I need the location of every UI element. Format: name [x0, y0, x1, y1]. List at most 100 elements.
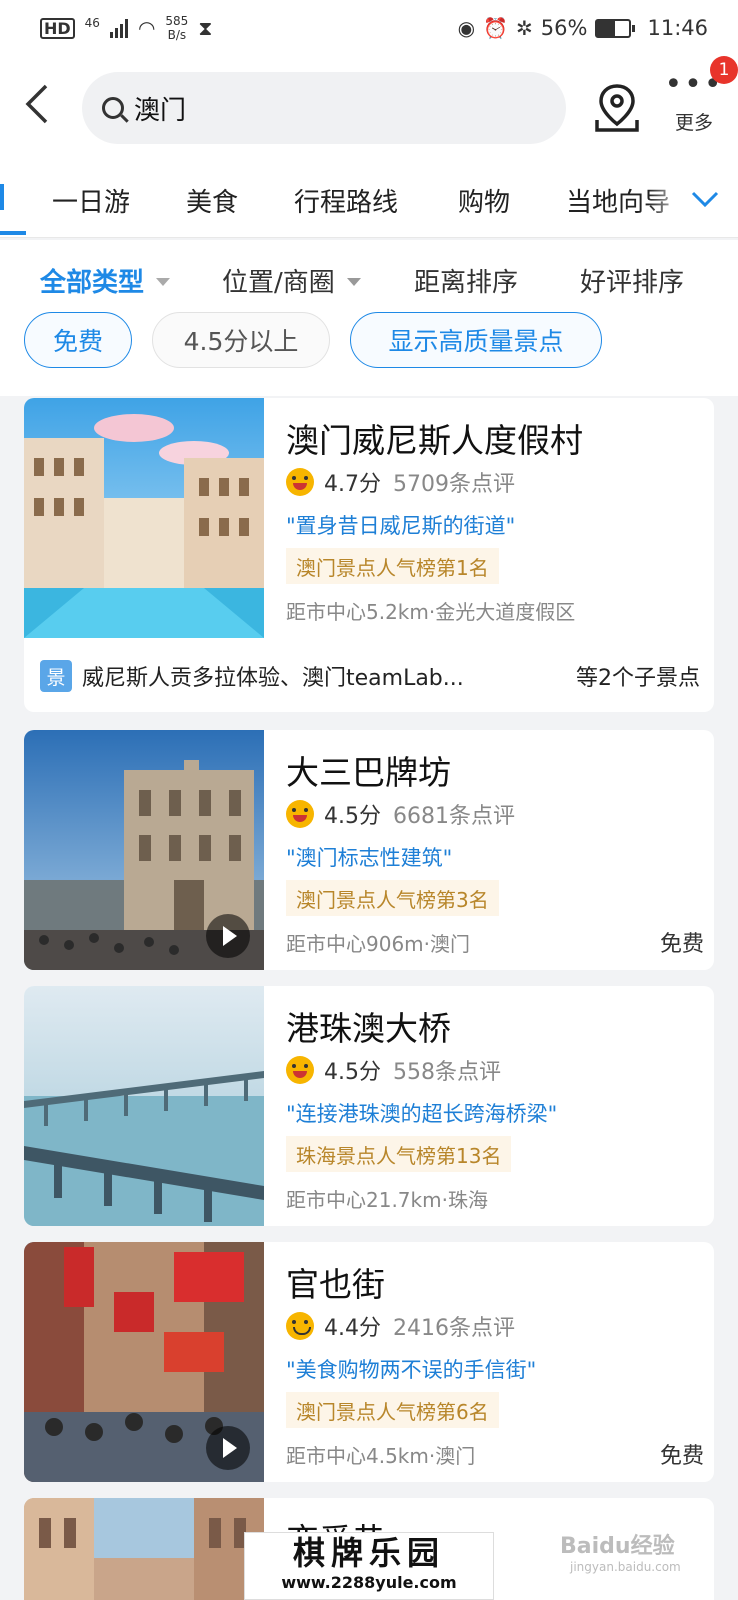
- eye-icon: ◉: [457, 16, 476, 40]
- attraction-quote: "连接港珠澳的超长跨海桥梁": [286, 1102, 558, 1126]
- location-button[interactable]: [592, 82, 642, 134]
- baidu-watermark-url: jingyan.baidu.com: [570, 1560, 681, 1574]
- filter-location-label: 位置/商圈: [222, 268, 335, 298]
- review-count: 6681条点评: [393, 804, 515, 829]
- rating-row: 4.4分 2416条点评: [286, 1310, 515, 1342]
- network-speed: 585 B/s: [165, 14, 188, 42]
- sub-attractions-count: 等2个子景点: [576, 666, 700, 691]
- location-pin-icon: [595, 84, 639, 132]
- attraction-photo: [24, 1242, 264, 1482]
- attraction-card[interactable]: 官也街 4.4分 2416条点评 "美食购物两不误的手信街" 澳门景点人气榜第6…: [24, 1242, 714, 1482]
- attraction-photo: [24, 986, 264, 1226]
- review-count: 558条点评: [393, 1060, 501, 1085]
- chevron-left-icon: [25, 84, 48, 124]
- rating-row: 4.5分 558条点评: [286, 1054, 501, 1086]
- free-admission-label: 免费: [659, 932, 704, 957]
- attraction-name: 港珠澳大桥: [286, 1009, 451, 1048]
- search-header: ••• 更多 1: [0, 56, 738, 160]
- network-type: 46: [84, 16, 100, 30]
- sort-distance-label: 距离排序: [414, 268, 519, 298]
- watermark-logo: 棋牌乐园 www.2288yule.com: [244, 1532, 494, 1600]
- sort-distance[interactable]: 距离排序: [414, 262, 518, 299]
- sort-rating[interactable]: 好评排序: [580, 262, 684, 299]
- watermark-title: 棋牌乐园: [292, 1534, 445, 1572]
- distance-location: 距市中心906m·澳门: [286, 932, 471, 956]
- tab-previous-edge[interactable]: [0, 184, 4, 210]
- speed-value: 585: [165, 14, 189, 28]
- rating-row: 4.7分 5709条点评: [286, 466, 515, 498]
- hourglass-icon: ⧗: [198, 16, 213, 40]
- tab-active-indicator: [0, 231, 26, 235]
- rating-score: 4.5分: [324, 1060, 381, 1085]
- filter-location[interactable]: 位置/商圈: [222, 262, 361, 299]
- status-bar: HD 46 ◠ 585 B/s ⧗ ◉ ⏰ ✲ 56% 11:46: [0, 0, 738, 56]
- attraction-name: 大三巴牌坊: [286, 753, 451, 792]
- attraction-photo: [24, 1498, 264, 1600]
- popularity-rank: 珠海景点人气榜第13名: [286, 1136, 512, 1172]
- tab-shopping[interactable]: 购物: [458, 182, 510, 219]
- filter-panel: 全部类型 位置/商圈 距离排序 好评排序 免费 4.5分以上 显示高质量景点: [0, 240, 738, 396]
- laughing-face-icon: [286, 468, 314, 496]
- popularity-rank: 澳门景点人气榜第1名: [286, 548, 499, 584]
- attraction-photo: [24, 398, 264, 638]
- attraction-photo: [24, 730, 264, 970]
- search-icon: [102, 97, 124, 119]
- rating-score: 4.7分: [324, 472, 381, 497]
- chip-rating-above[interactable]: 4.5分以上: [152, 312, 330, 368]
- scenic-spot-icon: 景: [40, 660, 72, 692]
- play-icon[interactable]: [206, 914, 250, 958]
- chip-high-quality[interactable]: 显示高质量景点: [350, 312, 602, 368]
- attraction-quote: "置身昔日威尼斯的街道": [286, 514, 516, 538]
- attraction-quote: "澳门标志性建筑": [286, 846, 453, 870]
- filter-all-types-label: 全部类型: [40, 268, 145, 298]
- rating-score: 4.4分: [324, 1316, 381, 1341]
- review-count: 2416条点评: [393, 1316, 515, 1341]
- search-bar[interactable]: [82, 72, 566, 144]
- alarm-icon: ⏰: [483, 16, 509, 40]
- battery-fill: [597, 20, 616, 36]
- distance-location: 距市中心5.2km·金光大道度假区: [286, 600, 576, 624]
- chevron-down-icon[interactable]: [690, 184, 720, 214]
- caret-down-icon: [156, 277, 171, 286]
- battery-icon: [595, 18, 636, 38]
- tab-itinerary[interactable]: 行程路线: [294, 182, 398, 219]
- attraction-quote: "美食购物两不误的手信街": [286, 1358, 537, 1382]
- attraction-card[interactable]: 澳门威尼斯人度假村 4.7分 5709条点评 "置身昔日威尼斯的街道" 澳门景点…: [24, 398, 714, 712]
- rating-row: 4.5分 6681条点评: [286, 798, 515, 830]
- chip-free[interactable]: 免费: [24, 312, 132, 368]
- more-label: 更多: [674, 112, 713, 134]
- free-admission-label: 免费: [659, 1444, 704, 1469]
- watermark-url: www.2288yule.com: [281, 1573, 457, 1592]
- notification-badge: 1: [710, 56, 738, 84]
- caret-down-icon: [346, 277, 361, 286]
- category-tabs: 一日游 美食 行程路线 购物 当地向导: [0, 160, 738, 238]
- laughing-face-icon: [286, 1056, 314, 1084]
- clock: 11:46: [647, 16, 708, 40]
- more-button[interactable]: ••• 更多: [664, 70, 724, 150]
- play-icon[interactable]: [206, 1426, 250, 1470]
- attraction-card[interactable]: 大三巴牌坊 4.5分 6681条点评 "澳门标志性建筑" 澳门景点人气榜第3名 …: [24, 730, 714, 970]
- smiling-face-icon: [286, 1312, 314, 1340]
- wifi-icon: ◠: [137, 16, 156, 40]
- popularity-rank: 澳门景点人气榜第6名: [286, 1392, 499, 1428]
- distance-location: 距市中心4.5km·澳门: [286, 1444, 476, 1468]
- attraction-name: 澳门威尼斯人度假村: [286, 421, 583, 460]
- back-button[interactable]: [22, 82, 62, 132]
- attraction-name: 官也街: [286, 1265, 385, 1304]
- speed-unit: B/s: [167, 28, 187, 42]
- review-count: 5709条点评: [393, 472, 515, 497]
- popularity-rank: 澳门景点人气榜第3名: [286, 880, 499, 916]
- sort-rating-label: 好评排序: [580, 268, 685, 298]
- search-input[interactable]: [134, 93, 534, 123]
- filter-all-types[interactable]: 全部类型: [40, 262, 171, 299]
- distance-location: 距市中心21.7km·珠海: [286, 1188, 488, 1212]
- bluetooth-icon: ✲: [516, 16, 533, 40]
- battery-percent: 56%: [540, 16, 588, 40]
- attraction-card[interactable]: 港珠澳大桥 4.5分 558条点评 "连接港珠澳的超长跨海桥梁" 珠海景点人气榜…: [24, 986, 714, 1226]
- laughing-face-icon: [286, 800, 314, 828]
- tab-day-tour[interactable]: 一日游: [52, 182, 130, 219]
- baidu-watermark: Baidu经验: [560, 1534, 675, 1559]
- sub-attractions[interactable]: 景 威尼斯人贡多拉体验、澳门teamLab... 等2个子景点: [40, 660, 700, 692]
- hd-indicator: HD: [40, 17, 75, 39]
- tab-food[interactable]: 美食: [186, 182, 238, 219]
